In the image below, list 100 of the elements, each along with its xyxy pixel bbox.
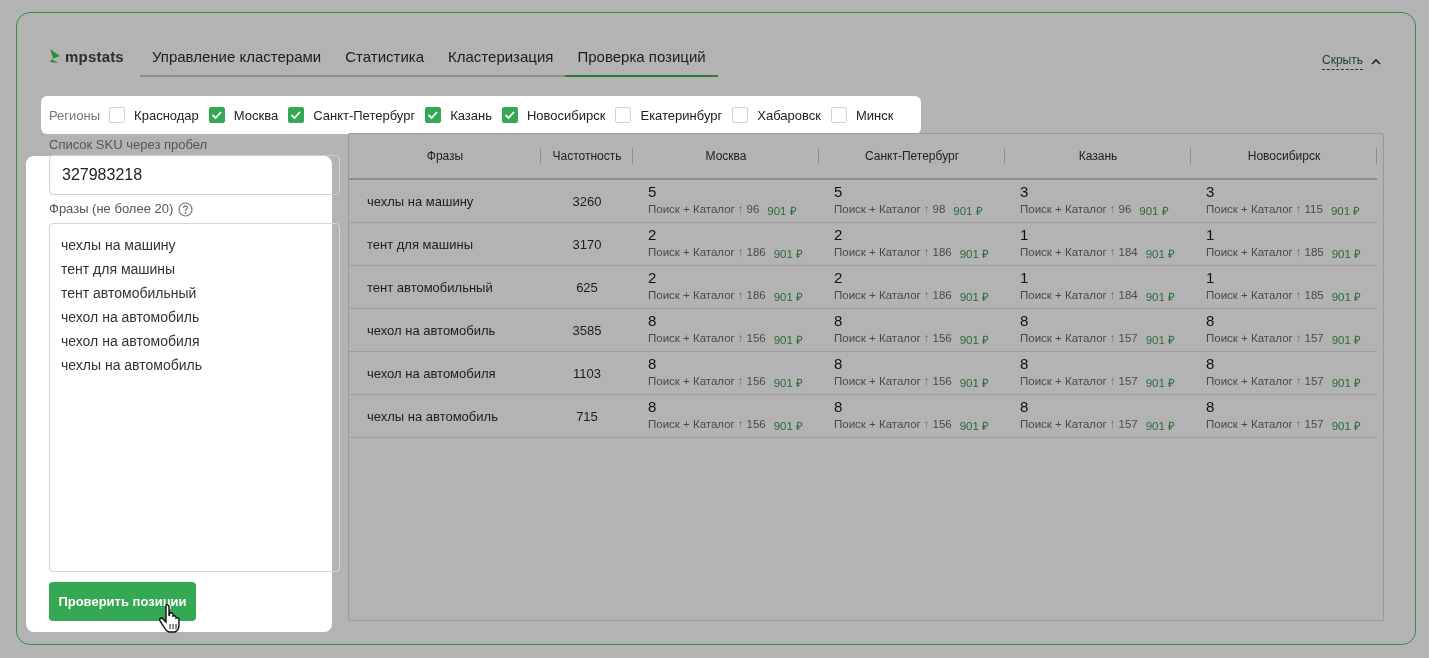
position-number: 8	[1206, 313, 1215, 329]
trend-arrow: ↑	[1295, 375, 1302, 389]
change-value: 186	[932, 289, 952, 303]
change-value: 157	[1118, 332, 1138, 346]
field-label: Список SKU через пробел	[49, 137, 209, 153]
change-value: 186	[932, 246, 952, 260]
help-icon	[178, 201, 194, 217]
price-text: 901 ₽	[1145, 247, 1176, 261]
source-text: Поиск + Каталог	[1206, 375, 1293, 389]
price-text: 901 ₽	[959, 247, 990, 261]
trend-arrow: ↑	[923, 246, 930, 260]
source-text: Поиск + Каталог	[648, 246, 735, 260]
trend-arrow: ↑	[737, 332, 744, 346]
checkbox-label: Хабаровск	[757, 107, 821, 123]
price-text: 901 ₽	[959, 290, 990, 304]
table-cell: 1103	[541, 352, 633, 395]
source-text: Поиск + Каталог	[1206, 332, 1293, 346]
source-text: Поиск + Каталог	[1020, 332, 1107, 346]
price-text: 901 ₽	[773, 376, 804, 390]
trend-arrow: ↑	[1109, 375, 1116, 389]
source-text: Поиск + Каталог	[1020, 375, 1107, 389]
change-value: 157	[1304, 375, 1324, 389]
trend-arrow: ↑	[923, 332, 930, 346]
position-number: 3	[1206, 184, 1215, 200]
position-number: 8	[1020, 313, 1029, 329]
source-text: Поиск + Каталог	[1206, 246, 1293, 260]
trend-arrow: ↑	[1295, 246, 1302, 260]
column-header: Фразы	[426, 149, 464, 163]
source-text: Поиск + Каталог	[1020, 203, 1107, 217]
checkbox-label: Минск	[855, 107, 894, 123]
checkbox[interactable]	[288, 107, 305, 123]
trend-arrow: ↑	[923, 203, 930, 217]
price-text: 901 ₽	[773, 333, 804, 347]
change-value: 157	[1304, 418, 1324, 432]
position-number: 8	[834, 313, 843, 329]
source-text: Поиск + Каталог	[1206, 418, 1293, 432]
position-number: 8	[648, 313, 657, 329]
trend-arrow: ↑	[737, 289, 744, 303]
source-text: Поиск + Каталог	[1206, 289, 1293, 303]
source-text: Поиск + Каталог	[648, 289, 735, 303]
table-cell: чехлы на машину	[349, 180, 541, 223]
source-text: Поиск + Каталог	[1206, 203, 1293, 217]
table-cell: чехол на автомобиль	[349, 309, 541, 352]
table-cell: чехол на автомобиля	[349, 352, 541, 395]
trend-arrow: ↑	[1295, 332, 1302, 346]
checkbox[interactable]	[208, 107, 225, 123]
trend-arrow: ↑	[737, 418, 744, 432]
change-value: 157	[1304, 332, 1324, 346]
trend-arrow: ↑	[1295, 203, 1302, 217]
sku-field[interactable]: 327983218	[49, 155, 340, 195]
tab[interactable]: Кластеризация	[436, 48, 566, 77]
position-number: 1	[1206, 227, 1215, 243]
source-text: Поиск + Каталог	[1020, 246, 1107, 260]
position-number: 5	[834, 184, 843, 200]
price-text: 901 ₽	[953, 204, 983, 218]
source-text: Поиск + Каталог	[834, 246, 921, 260]
checkbox[interactable]	[425, 107, 442, 123]
trend-arrow: ↑	[737, 203, 744, 217]
checkbox[interactable]	[615, 107, 632, 123]
change-value: 157	[1118, 375, 1138, 389]
change-value: 156	[746, 418, 766, 432]
tab[interactable]: Проверка позиций	[565, 48, 718, 77]
change-value: 156	[932, 418, 952, 432]
price-text: 901 ₽	[1331, 376, 1362, 390]
position-number: 8	[834, 356, 843, 372]
price-text: 901 ₽	[1145, 290, 1176, 304]
hide-link[interactable]: Скрыть	[1322, 53, 1363, 70]
table-cell: 3260	[541, 180, 633, 223]
position-number: 1	[1206, 270, 1215, 286]
position-number: 2	[648, 227, 657, 243]
position-number: 1	[1020, 227, 1029, 243]
checkbox[interactable]	[830, 107, 847, 123]
checkbox-label: Екатеринбург	[640, 107, 723, 123]
change-value: 156	[932, 375, 952, 389]
trend-arrow: ↑	[737, 246, 744, 260]
change-value: 185	[1304, 289, 1324, 303]
table-cell: тент автомобильный	[349, 266, 541, 309]
price-text: 901 ₽	[1331, 290, 1362, 304]
price-text: 901 ₽	[959, 333, 990, 347]
checkbox[interactable]	[109, 107, 126, 123]
change-value: 184	[1118, 246, 1138, 260]
position-number: 1	[1020, 270, 1029, 286]
tab[interactable]: Управление кластерами	[139, 48, 334, 77]
checkbox[interactable]	[501, 107, 518, 123]
regions-label: Регионы	[49, 107, 101, 123]
position-number: 5	[648, 184, 657, 200]
phrases-field[interactable]: чехлы на машину тент для машины тент автомобильный чехол на автомобиль чехол на автомобиля чехлы на автомобиль	[49, 223, 340, 572]
column-header: Казань	[1078, 149, 1118, 163]
change-value: 156	[746, 375, 766, 389]
source-text: Поиск + Каталог	[648, 332, 735, 346]
table-cell: 625	[541, 266, 633, 309]
change-value: 157	[1118, 418, 1138, 432]
change-value: 115	[1304, 203, 1323, 217]
table-cell: тент для машины	[349, 223, 541, 266]
table-cell: 3170	[541, 223, 633, 266]
checkbox[interactable]	[732, 107, 749, 123]
position-number: 8	[834, 399, 843, 415]
column-header: Москва	[705, 149, 747, 163]
position-number: 8	[648, 399, 657, 415]
tab[interactable]: Статистика	[333, 48, 436, 77]
